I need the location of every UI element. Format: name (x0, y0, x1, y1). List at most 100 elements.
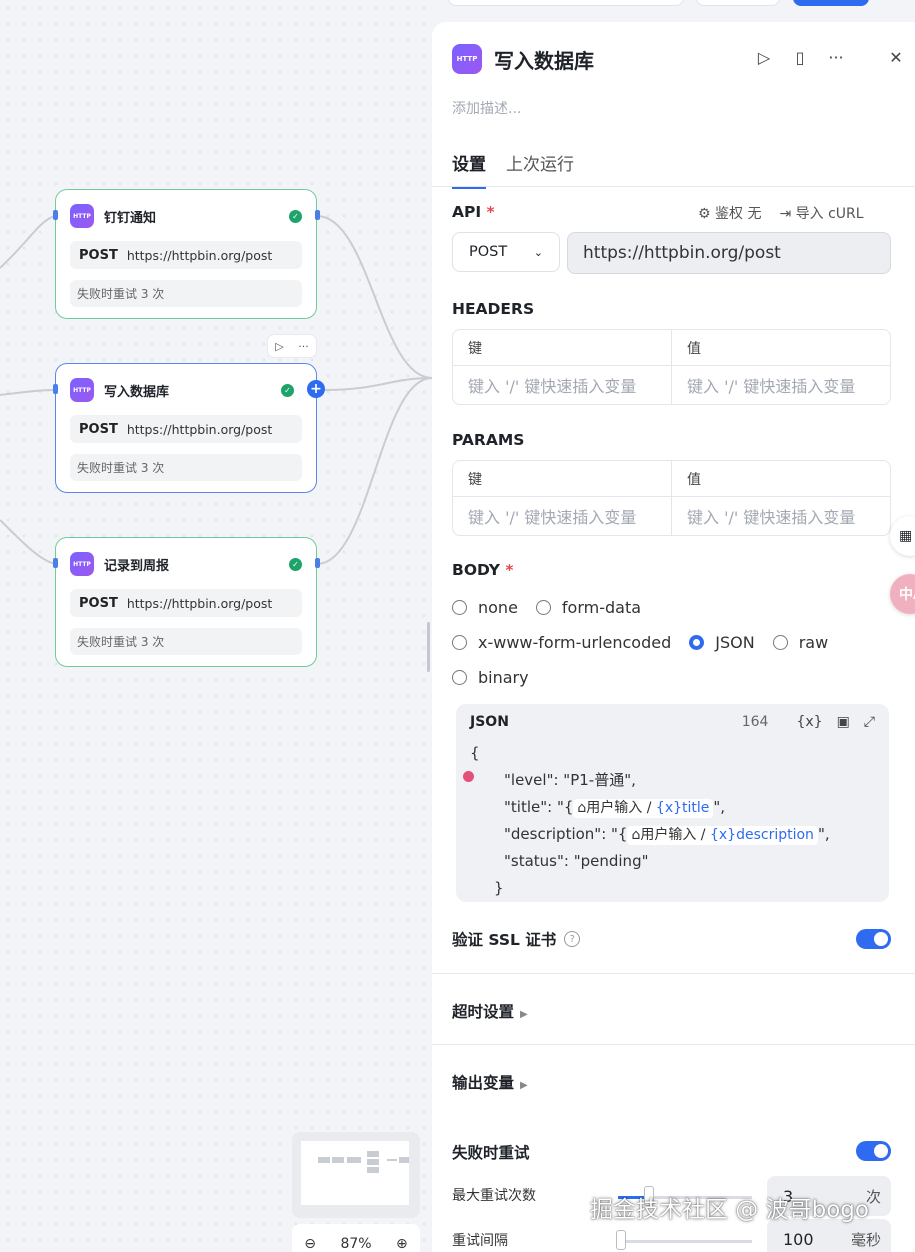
node-retry: 失败时重试 3 次 (70, 628, 302, 655)
node-write-db[interactable]: HTTP 写入数据库 ✓ POST https://httpbin.org/pos… (55, 363, 317, 493)
more-icon[interactable]: ··· (826, 48, 846, 67)
node-method: POST (79, 595, 118, 611)
variable-icon[interactable]: {x} (796, 714, 822, 730)
http-icon: HTTP (70, 552, 94, 576)
publish-button[interactable] (793, 0, 869, 6)
node-title: 记录到周报 (104, 558, 170, 574)
triangle-right-icon: ▶ (520, 1009, 528, 1020)
radio-none[interactable]: none (452, 598, 518, 617)
node-url: POST https://httpbin.org/post (70, 589, 302, 617)
timeout-section[interactable]: 超时设置 ▶ (452, 1000, 528, 1022)
panel-title[interactable]: 写入数据库 (494, 45, 594, 74)
node-retry: 失败时重试 3 次 (70, 280, 302, 307)
top-toolbar-button[interactable] (696, 0, 780, 6)
node-title: 写入数据库 (104, 384, 170, 400)
body-label: BODY * (452, 561, 514, 579)
node-retry: 失败时重试 3 次 (70, 454, 302, 481)
input-port[interactable] (53, 558, 58, 568)
url-input[interactable]: https://httpbin.org/post (567, 232, 891, 274)
more-icon[interactable]: ··· (298, 340, 309, 353)
json-editor[interactable]: JSON 164 {x} ▣ ⤢ { "level": "P1-普通", "ti… (456, 704, 889, 902)
watermark: 掘金技术社区 @ 波哥bogo (590, 1197, 869, 1223)
param-key-input[interactable]: 键入 '/' 键快速插入变量 (453, 497, 671, 535)
import-icon: ⇥ (779, 206, 792, 222)
headers-label: HEADERS (452, 300, 535, 318)
zoom-in-icon[interactable]: ⊕ (396, 1236, 408, 1252)
max-retry-label: 最大重试次数 (452, 1188, 536, 1204)
check-icon: ✓ (289, 557, 302, 571)
node-url-text: https://httpbin.org/post (126, 595, 273, 611)
api-label: API * (452, 203, 495, 221)
expand-icon[interactable]: ⤢ (864, 714, 875, 730)
retry-section-label: 失败时重试 (452, 1144, 530, 1162)
node-toolbar: ▷ ··· (267, 334, 317, 358)
value-header: 值 (671, 330, 890, 365)
input-port[interactable] (53, 384, 58, 394)
radio-json[interactable]: JSON (689, 633, 755, 652)
auth-button[interactable]: ⚙ 鉴权 无 (698, 203, 761, 223)
retry-toggle[interactable] (856, 1141, 891, 1161)
triangle-right-icon: ▶ (520, 1080, 528, 1091)
method-select[interactable]: POST ⌄ (452, 232, 560, 272)
output-section[interactable]: 输出变量 ▶ (452, 1071, 528, 1093)
node-dingtalk[interactable]: HTTP 钉钉通知 ✓ POST https://httpbin.org/post… (55, 189, 317, 319)
retry-interval-label: 重试间隔 (452, 1233, 508, 1249)
node-url-text: https://httpbin.org/post (126, 421, 273, 437)
play-icon[interactable]: ▷ (275, 340, 283, 353)
node-url: POST https://httpbin.org/post (70, 415, 302, 443)
slider-thumb[interactable] (616, 1230, 626, 1250)
node-settings-panel: HTTP 写入数据库 ▷ ▯ ··· ✕ 添加描述... 设置 上次运行 API… (432, 22, 915, 1252)
output-port[interactable] (315, 558, 320, 568)
http-icon: HTTP (70, 378, 94, 402)
node-title: 钉钉通知 (104, 210, 157, 226)
ssl-toggle[interactable] (856, 929, 891, 949)
node-url-text: https://httpbin.org/post (126, 247, 273, 263)
radio-form-data[interactable]: form-data (535, 598, 641, 617)
zoom-out-icon[interactable]: ⊖ (304, 1236, 316, 1252)
json-code[interactable]: { "level": "P1-普通", "title": "{⌂用户输入 / {… (470, 740, 830, 902)
key-header: 键 (468, 471, 482, 488)
top-toolbar-input[interactable] (448, 0, 684, 6)
variable-chip: ⌂用户输入 / {x}description (627, 826, 818, 845)
zoom-level: 87% (340, 1236, 372, 1252)
help-icon: ? (564, 931, 581, 947)
params-label: PARAMS (452, 431, 525, 449)
variable-chip: ⌂用户输入 / {x}title (573, 799, 714, 818)
import-curl-button[interactable]: ⇥ 导入 cURL (779, 203, 863, 223)
gear-icon: ⚙ (698, 206, 711, 222)
json-label: JSON (470, 714, 509, 730)
headers-table: 键 值 键入 '/' 键快速插入变量 键入 '/' 键快速插入变量 (452, 329, 891, 405)
run-icon[interactable]: ▷ (754, 48, 774, 67)
header-value-input[interactable]: 键入 '/' 键快速插入变量 (671, 366, 890, 404)
http-icon: HTTP (70, 204, 94, 228)
radio-binary[interactable]: binary (452, 668, 529, 687)
node-method: POST (79, 421, 118, 437)
http-icon: HTTP (452, 44, 482, 74)
header-key-input[interactable]: 键入 '/' 键快速插入变量 (453, 366, 671, 404)
tab-settings[interactable]: 设置 (452, 150, 486, 189)
value-header: 值 (671, 461, 890, 496)
minimap[interactable] (292, 1132, 420, 1218)
node-weekly-report[interactable]: HTTP 记录到周报 ✓ POST https://httpbin.org/pos… (55, 537, 317, 667)
radio-raw[interactable]: raw (772, 633, 828, 652)
add-node-icon[interactable]: + (307, 380, 325, 398)
radio-urlencoded[interactable]: x-www-form-urlencoded (452, 633, 671, 652)
ssl-label: 验证 SSL 证书? (452, 928, 581, 950)
close-icon[interactable]: ✕ (886, 48, 906, 67)
panel-resize-handle[interactable] (427, 622, 430, 672)
input-port[interactable] (53, 210, 58, 220)
check-icon: ✓ (289, 209, 302, 223)
description-input[interactable]: 添加描述... (452, 98, 521, 118)
param-value-input[interactable]: 键入 '/' 键快速插入变量 (671, 497, 890, 535)
retry-interval-slider[interactable] (618, 1240, 752, 1243)
params-table: 键 值 键入 '/' 键快速插入变量 键入 '/' 键快速插入变量 (452, 460, 891, 536)
method-value: POST (469, 244, 508, 260)
key-header: 键 (468, 340, 482, 357)
output-port[interactable] (315, 210, 320, 220)
tab-last-run[interactable]: 上次运行 (506, 150, 574, 189)
node-url: POST https://httpbin.org/post (70, 241, 302, 269)
char-count: 164 (741, 714, 769, 730)
book-icon[interactable]: ▯ (790, 48, 810, 67)
clipboard-icon[interactable]: ▣ (837, 714, 850, 730)
node-method: POST (79, 247, 118, 263)
